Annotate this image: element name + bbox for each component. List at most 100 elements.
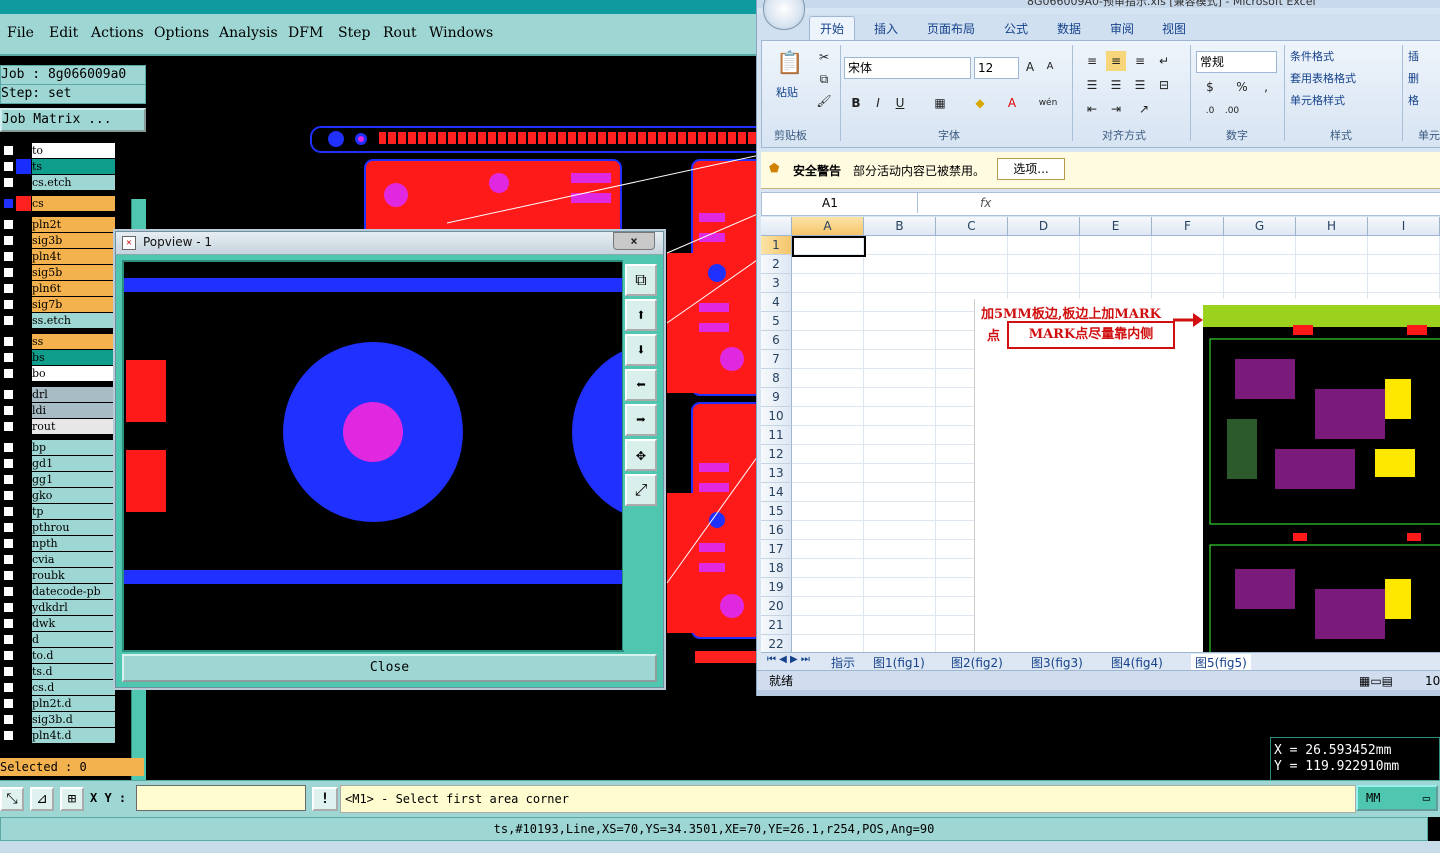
- layer-row-pln4t[interactable]: pln4t: [0, 249, 116, 264]
- measure-tool-icon[interactable]: ⊿: [30, 787, 54, 811]
- conditional-format-button[interactable]: 条件格式: [1290, 47, 1334, 67]
- layer-row-ydkdrl[interactable]: ydkdrl: [0, 600, 116, 615]
- row-header[interactable]: 19: [761, 578, 792, 597]
- decrease-font-icon[interactable]: A: [1040, 57, 1060, 77]
- row-header[interactable]: 4: [761, 293, 792, 312]
- layer-row-roubk[interactable]: roubk: [0, 568, 116, 583]
- layer-row-datecode-pb[interactable]: datecode-pb: [0, 584, 116, 599]
- layer-checkbox[interactable]: [3, 389, 14, 400]
- column-header[interactable]: C: [936, 217, 1008, 236]
- row-header[interactable]: 16: [761, 521, 792, 540]
- tab-formulas[interactable]: 公式: [1004, 20, 1028, 37]
- spreadsheet-grid[interactable]: A B C D E F G H I 1 2 3 4 5 6 7 8 9 10 11 12 13 14 15 16 17 18 19 20…: [761, 217, 1440, 652]
- paste-icon[interactable]: 📋: [776, 49, 804, 79]
- menu-rout[interactable]: Rout: [383, 25, 417, 41]
- close-button[interactable]: Close: [122, 654, 657, 682]
- menu-analysis[interactable]: Analysis: [219, 25, 278, 41]
- sheet-nav-icon[interactable]: ⏮ ◀ ▶ ⏭: [767, 654, 810, 665]
- layer-checkbox[interactable]: [3, 219, 14, 230]
- view-buttons-icon[interactable]: ▦▭▤: [1359, 671, 1393, 691]
- menu-edit[interactable]: Edit: [49, 25, 78, 41]
- layer-row-to[interactable]: to: [0, 143, 116, 158]
- grid-tool-icon[interactable]: ⊞: [60, 787, 84, 811]
- row-header[interactable]: 14: [761, 483, 792, 502]
- row-header[interactable]: 20: [761, 597, 792, 616]
- sheet-tab[interactable]: 图2(fig2): [951, 654, 1003, 671]
- align-left-icon[interactable]: ☰: [1082, 75, 1102, 95]
- layer-checkbox[interactable]: [3, 368, 14, 379]
- popview-canvas[interactable]: [122, 260, 624, 652]
- layer-checkbox[interactable]: [3, 714, 14, 725]
- bold-icon[interactable]: B: [846, 93, 866, 113]
- menu-dfm[interactable]: DFM: [288, 25, 323, 41]
- cell-styles-button[interactable]: 单元格样式: [1290, 91, 1345, 111]
- row-header[interactable]: 15: [761, 502, 792, 521]
- tab-data[interactable]: 数据: [1057, 20, 1081, 37]
- font-color-icon[interactable]: A: [1002, 93, 1022, 113]
- layer-checkbox[interactable]: [3, 554, 14, 565]
- layer-row-d[interactable]: d: [0, 632, 116, 647]
- increase-decimal-icon[interactable]: .0: [1200, 101, 1220, 121]
- copy-icon[interactable]: ⧉: [814, 69, 834, 89]
- increase-font-icon[interactable]: A: [1020, 57, 1040, 77]
- layer-row-sig5b[interactable]: sig5b: [0, 265, 116, 280]
- security-options-button[interactable]: 选项...: [997, 158, 1065, 180]
- layer-checkbox[interactable]: [3, 315, 14, 326]
- font-size-select[interactable]: 12: [974, 57, 1019, 79]
- column-header[interactable]: E: [1080, 217, 1152, 236]
- delete-cells-button[interactable]: 删: [1408, 69, 1419, 89]
- format-as-table-button[interactable]: 套用表格格式: [1290, 69, 1356, 89]
- pan-left-icon[interactable]: ⬅: [625, 369, 657, 401]
- row-header[interactable]: 9: [761, 388, 792, 407]
- sheet-tab[interactable]: 图3(fig3): [1031, 654, 1083, 671]
- layer-row-ts-d[interactable]: ts.d: [0, 664, 116, 679]
- job-matrix-button[interactable]: Job Matrix ...: [0, 108, 146, 132]
- layer-checkbox[interactable]: [3, 442, 14, 453]
- menu-windows[interactable]: Windows: [429, 25, 493, 41]
- tab-review[interactable]: 审阅: [1110, 20, 1134, 37]
- sheet-tab[interactable]: 图4(fig4): [1111, 654, 1163, 671]
- layer-row-gd1[interactable]: gd1: [0, 456, 116, 471]
- decrease-indent-icon[interactable]: ⇤: [1082, 99, 1102, 119]
- embedded-annotation-image[interactable]: 加5MM板边,板边上加MARK 点 MARK点尽量靠内侧: [974, 299, 1440, 652]
- unit-select[interactable]: MM ▭: [1356, 785, 1438, 811]
- zoom-home-icon[interactable]: ⤢: [625, 474, 657, 506]
- popview-titlebar[interactable]: ✕ Popview - 1 ×: [116, 232, 663, 255]
- layer-checkbox[interactable]: [3, 602, 14, 613]
- layer-checkbox[interactable]: [3, 235, 14, 246]
- layer-row-bo[interactable]: bo: [0, 366, 116, 381]
- row-header[interactable]: 13: [761, 464, 792, 483]
- align-right-icon[interactable]: ☰: [1130, 75, 1150, 95]
- layer-row-to-d[interactable]: to.d: [0, 648, 116, 663]
- layer-row-cs-etch[interactable]: cs.etch: [0, 175, 116, 190]
- layer-row-pln2t-d[interactable]: pln2t.d: [0, 696, 116, 711]
- sheet-tab[interactable]: 图5(fig5): [1191, 654, 1251, 671]
- layer-checkbox[interactable]: [3, 198, 14, 209]
- tab-insert[interactable]: 插入: [874, 20, 898, 37]
- wrap-text-icon[interactable]: ↵: [1154, 51, 1174, 71]
- column-header[interactable]: G: [1224, 217, 1296, 236]
- layer-row-gg1[interactable]: gg1: [0, 472, 116, 487]
- layer-row-cs[interactable]: cs: [0, 196, 116, 211]
- column-header[interactable]: D: [1008, 217, 1080, 236]
- layer-checkbox[interactable]: [3, 267, 14, 278]
- close-icon[interactable]: ×: [613, 232, 655, 250]
- sheet-tab[interactable]: 指示: [831, 654, 855, 671]
- column-header[interactable]: A: [792, 217, 864, 236]
- layer-checkbox[interactable]: [3, 405, 14, 416]
- row-header[interactable]: 2: [761, 255, 792, 274]
- layer-checkbox[interactable]: [3, 352, 14, 363]
- xy-input[interactable]: [136, 785, 306, 811]
- column-header[interactable]: B: [864, 217, 936, 236]
- fill-color-icon[interactable]: ◆: [970, 93, 990, 113]
- align-middle-icon[interactable]: ≡: [1106, 51, 1126, 71]
- row-header[interactable]: 8: [761, 369, 792, 388]
- decrease-decimal-icon[interactable]: .00: [1222, 101, 1242, 121]
- layer-row-pln4t-d[interactable]: pln4t.d: [0, 728, 116, 743]
- row-header[interactable]: 18: [761, 559, 792, 578]
- layer-checkbox[interactable]: [3, 145, 14, 156]
- active-cell[interactable]: [792, 236, 866, 257]
- fx-icon[interactable]: fx: [980, 193, 1000, 213]
- layer-row-tp[interactable]: tp: [0, 504, 116, 519]
- percent-icon[interactable]: %: [1232, 77, 1252, 97]
